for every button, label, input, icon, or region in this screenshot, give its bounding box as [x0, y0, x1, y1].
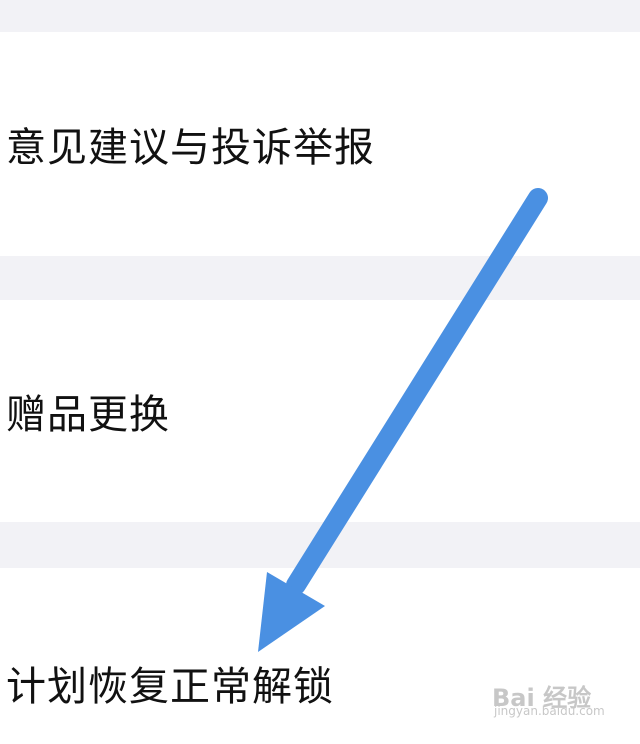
watermark-subtext: jingyan.baidu.com [494, 704, 605, 718]
section-separator [0, 0, 640, 32]
menu-item-gift-exchange[interactable]: 赠品更换 [0, 300, 640, 522]
section-separator [0, 256, 640, 300]
settings-list-page: 意见建议与投诉举报 赠品更换 计划恢复正常解锁 Bai 经验 jingyan.b… [0, 0, 640, 744]
menu-item-feedback-complaint[interactable]: 意见建议与投诉举报 [0, 32, 640, 256]
menu-item-label: 意见建议与投诉举报 [6, 125, 375, 171]
baidu-jingyan-watermark: Bai 经验 jingyan.baidu.com [492, 674, 612, 722]
menu-item-label: 赠品更换 [6, 392, 170, 438]
section-separator [0, 522, 640, 568]
menu-item-label: 计划恢复正常解锁 [6, 664, 334, 710]
